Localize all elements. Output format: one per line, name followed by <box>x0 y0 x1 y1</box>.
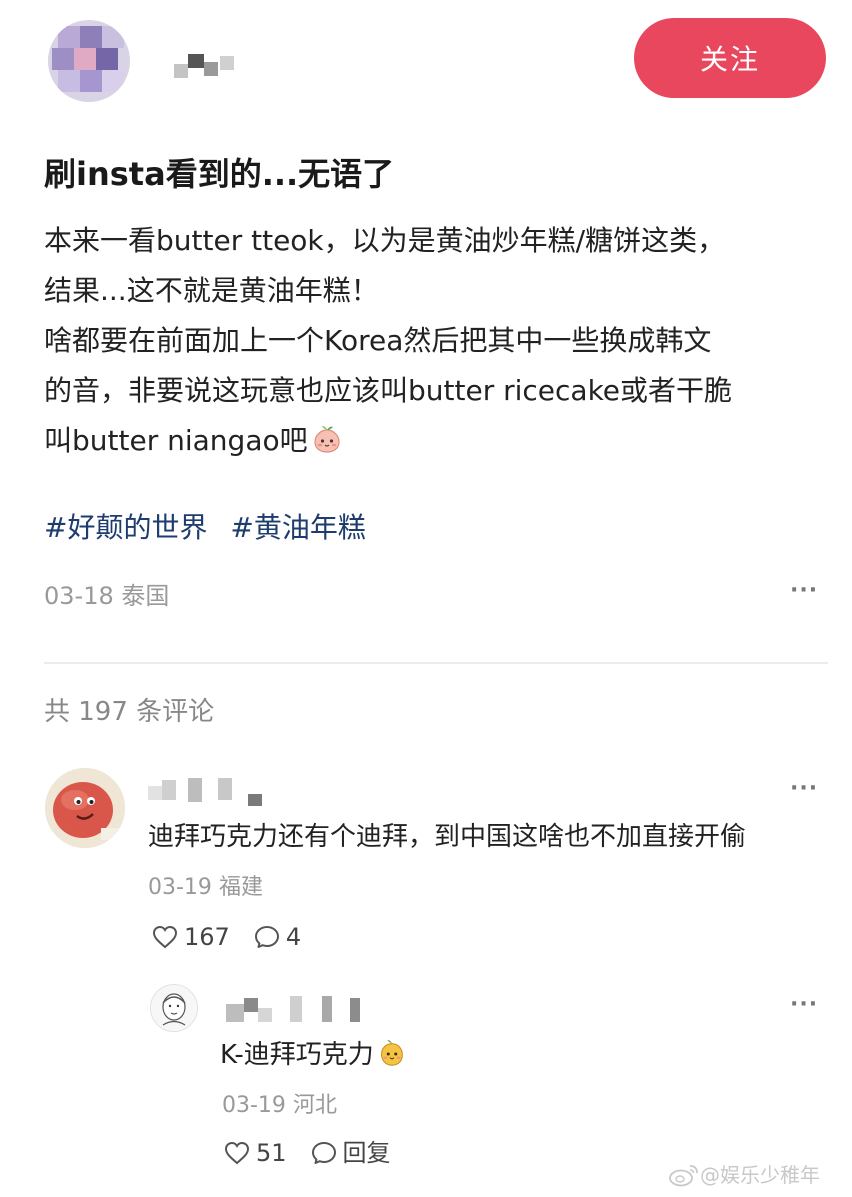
divider <box>44 662 828 664</box>
like-count: 167 <box>184 923 230 951</box>
comment-meta: 03-19 福建 <box>148 870 263 906</box>
reply-date: 03-19 <box>222 1093 286 1118</box>
post-date: 03-18 <box>44 582 114 610</box>
peach-face-emoji-icon <box>314 426 340 453</box>
post-body: 本来一看butter tteok，以为是黄油炒年糕/糖饼这类， 结果...这不就… <box>44 216 824 466</box>
reply-button-label: 回复 <box>342 1139 391 1167</box>
watermark-text: @娱乐少稚年 <box>700 1163 820 1187</box>
hashtag-link[interactable]: #好颠的世界 <box>44 511 207 544</box>
comment-count: 共 197 条评论 <box>44 697 215 727</box>
author-name-blurred[interactable] <box>170 52 250 80</box>
like-button[interactable]: 167 <box>152 918 230 956</box>
comment-bubble-icon <box>254 926 279 948</box>
reply-more-options-icon[interactable]: ··· <box>790 992 818 1017</box>
post-tags: #好颠的世界 #黄油年糕 <box>44 504 380 552</box>
post-body-line: 啥都要在前面加上一个Korea然后把其中一些换成韩文 <box>44 324 712 357</box>
hashtag-link[interactable]: #黄油年糕 <box>230 511 365 544</box>
reply-avatar[interactable] <box>150 984 198 1032</box>
reply-like-count: 51 <box>256 1139 287 1167</box>
post-body-line: 本来一看butter tteok，以为是黄油炒年糕/糖饼这类， <box>44 224 726 257</box>
post-meta: 03-18 泰国 <box>44 576 169 616</box>
comment-actions: 167 4 <box>152 918 325 956</box>
reply-text-content: K-迪拜巧克力 <box>220 1040 374 1070</box>
comment-bubble-icon <box>311 1142 336 1164</box>
commenter-avatar-image <box>45 768 125 848</box>
follow-button[interactable]: 关注 <box>634 18 826 98</box>
comment-location: 福建 <box>218 875 263 900</box>
author-avatar[interactable] <box>48 20 130 102</box>
reply-avatar-image <box>151 985 197 1031</box>
reply-actions: 51 回复 <box>224 1134 415 1172</box>
comment-text: 迪拜巧克力还有个迪拜，到中国这啥也不加直接开偷 <box>148 822 747 852</box>
post-body-line-last: 叫butter niangao吧 <box>44 416 824 466</box>
heart-icon <box>224 1141 250 1165</box>
mango-face-emoji-icon <box>380 1039 403 1066</box>
commenter-avatar[interactable] <box>45 768 125 848</box>
watermark: @娱乐少稚年 <box>668 1160 820 1190</box>
post-more-options-icon[interactable]: ··· <box>790 578 818 603</box>
comment-date: 03-19 <box>148 875 212 900</box>
post-body-line: 的音，非要说这玩意也应该叫butter ricecake或者干脆 <box>44 374 733 407</box>
post-location: 泰国 <box>121 582 170 610</box>
heart-icon <box>152 925 178 949</box>
reply-meta: 03-19 河北 <box>222 1088 337 1124</box>
reply-count-button[interactable]: 4 <box>254 918 301 956</box>
comment-more-options-icon[interactable]: ··· <box>790 776 818 801</box>
reply-button[interactable]: 回复 <box>311 1134 391 1172</box>
post-body-line: 结果...这不就是黄油年糕！ <box>44 274 379 307</box>
reply-like-button[interactable]: 51 <box>224 1134 287 1172</box>
post-body-line-text: 叫butter niangao吧 <box>44 424 308 457</box>
reply-count: 4 <box>285 923 302 951</box>
reply-name-blurred[interactable] <box>226 992 376 1026</box>
weibo-logo-icon <box>669 1165 698 1187</box>
reply-text: K-迪拜巧克力 <box>220 1032 407 1078</box>
commenter-name-blurred[interactable] <box>148 776 268 810</box>
post-title: 刷insta看到的...无语了 <box>44 155 395 193</box>
reply-location: 河北 <box>292 1093 337 1118</box>
